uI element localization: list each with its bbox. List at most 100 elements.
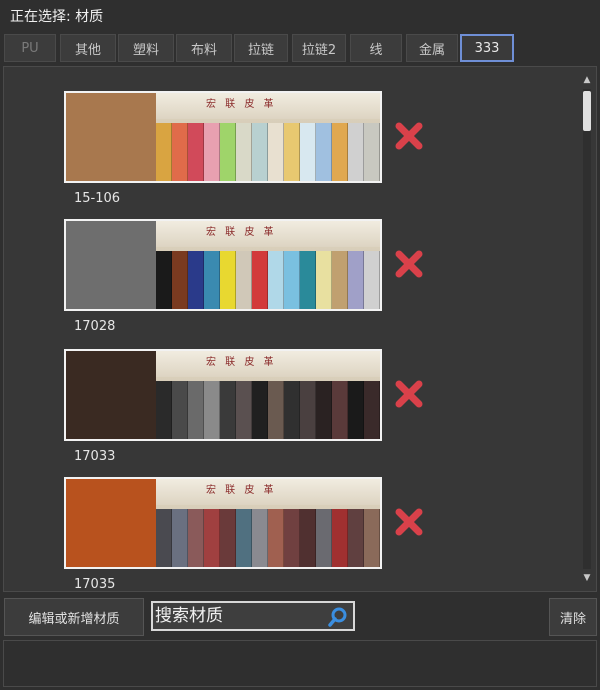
material-list-panel: ▲ ▼ 宏 联 皮 革 15-106 宏 联 皮 革 17028 宏 联 皮 革 1703… [3, 66, 597, 592]
color-strip [364, 380, 380, 439]
color-strip [220, 122, 236, 181]
bottom-empty-panel [3, 640, 597, 687]
color-strip [364, 122, 380, 181]
material-swatch [66, 93, 156, 181]
color-strip [204, 380, 220, 439]
color-strip [220, 380, 236, 439]
sample-card-image: 宏 联 皮 革 [156, 351, 380, 439]
delete-icon[interactable] [394, 379, 424, 409]
delete-icon[interactable] [394, 121, 424, 151]
search-input[interactable] [155, 603, 323, 629]
search-box [151, 601, 355, 631]
color-strip [332, 508, 348, 567]
material-list-item[interactable]: 宏 联 皮 革 17033 [64, 349, 423, 469]
color-strip [268, 122, 284, 181]
material-code-label: 17033 [74, 449, 116, 464]
color-strip [348, 508, 364, 567]
color-strip [220, 508, 236, 567]
color-strip [284, 122, 300, 181]
sample-card-image: 宏 联 皮 革 [156, 479, 380, 567]
material-thumbnail[interactable]: 宏 联 皮 革 [64, 477, 382, 569]
color-strip [300, 508, 316, 567]
tab-其他[interactable]: 其他 [60, 34, 116, 62]
material-list-item[interactable]: 宏 联 皮 革 15-106 [64, 91, 423, 211]
material-swatch [66, 351, 156, 439]
color-strip [156, 122, 172, 181]
tab-线[interactable]: 线 [350, 34, 402, 62]
material-thumbnail[interactable]: 宏 联 皮 革 [64, 91, 382, 183]
material-code-label: 15-106 [74, 191, 121, 206]
color-strip [236, 250, 252, 309]
color-strip [188, 508, 204, 567]
color-strip [316, 380, 332, 439]
sample-card-title: 宏 联 皮 革 [206, 357, 277, 368]
material-list-item[interactable]: 宏 联 皮 革 17028 [64, 219, 423, 339]
color-strip [284, 508, 300, 567]
color-strip [252, 250, 268, 309]
color-strip [172, 380, 188, 439]
color-strip [220, 250, 236, 309]
material-thumbnail[interactable]: 宏 联 皮 革 [64, 349, 382, 441]
tab-布料[interactable]: 布料 [176, 34, 232, 62]
color-strip [172, 508, 188, 567]
tab-333[interactable]: 333 [460, 34, 514, 62]
color-strips [156, 380, 380, 439]
scrollbar-thumb[interactable] [583, 91, 591, 131]
delete-icon[interactable] [394, 507, 424, 537]
tab-pu[interactable]: PU [4, 34, 56, 62]
color-strip [268, 508, 284, 567]
sample-card-header: 宏 联 皮 革 [156, 351, 380, 378]
sample-card-title: 宏 联 皮 革 [206, 99, 277, 110]
scroll-up-arrow-icon[interactable]: ▲ [580, 73, 594, 87]
current-selection-label: 正在选择: 材质 [10, 9, 104, 25]
color-strips [156, 508, 380, 567]
color-strip [316, 508, 332, 567]
material-thumbnail[interactable]: 宏 联 皮 革 [64, 219, 382, 311]
color-strip [156, 250, 172, 309]
color-strip [268, 250, 284, 309]
scrollbar-track[interactable] [583, 89, 591, 569]
color-strip [284, 250, 300, 309]
tab-金属[interactable]: 金属 [406, 34, 458, 62]
color-strip [364, 508, 380, 567]
sample-card-header: 宏 联 皮 革 [156, 479, 380, 506]
color-strips [156, 122, 380, 181]
material-swatch [66, 221, 156, 309]
sample-card-image: 宏 联 皮 革 [156, 221, 380, 309]
color-strip [172, 250, 188, 309]
color-strip [300, 122, 316, 181]
tab-拉链2[interactable]: 拉链2 [292, 34, 346, 62]
color-strip [364, 250, 380, 309]
color-strip [332, 122, 348, 181]
color-strip [188, 122, 204, 181]
color-strip [172, 122, 188, 181]
color-strip [188, 380, 204, 439]
color-strip [156, 508, 172, 567]
tab-拉链[interactable]: 拉链 [234, 34, 288, 62]
delete-icon[interactable] [394, 249, 424, 279]
material-code-label: 17028 [74, 319, 116, 334]
sample-card-title: 宏 联 皮 革 [206, 227, 277, 238]
color-strip [300, 250, 316, 309]
color-strip [332, 380, 348, 439]
sample-card-header: 宏 联 皮 革 [156, 221, 380, 248]
search-icon[interactable] [327, 606, 349, 628]
color-strip [188, 250, 204, 309]
color-strip [252, 380, 268, 439]
sample-card-image: 宏 联 皮 革 [156, 93, 380, 181]
color-strip [252, 122, 268, 181]
color-strip [204, 250, 220, 309]
tab-塑料[interactable]: 塑料 [118, 34, 174, 62]
color-strip [236, 508, 252, 567]
color-strip [348, 380, 364, 439]
vertical-scrollbar[interactable]: ▲ ▼ [580, 73, 594, 585]
material-code-label: 17035 [74, 577, 116, 592]
color-strip [348, 250, 364, 309]
color-strip [284, 380, 300, 439]
sample-card-title: 宏 联 皮 革 [206, 485, 277, 496]
edit-or-add-material-button[interactable]: 编辑或新增材质 [4, 598, 144, 636]
clear-button[interactable]: 清除 [549, 598, 597, 636]
scroll-down-arrow-icon[interactable]: ▼ [580, 571, 594, 585]
color-strip [300, 380, 316, 439]
material-list-item[interactable]: 宏 联 皮 革 17035 [64, 477, 423, 592]
